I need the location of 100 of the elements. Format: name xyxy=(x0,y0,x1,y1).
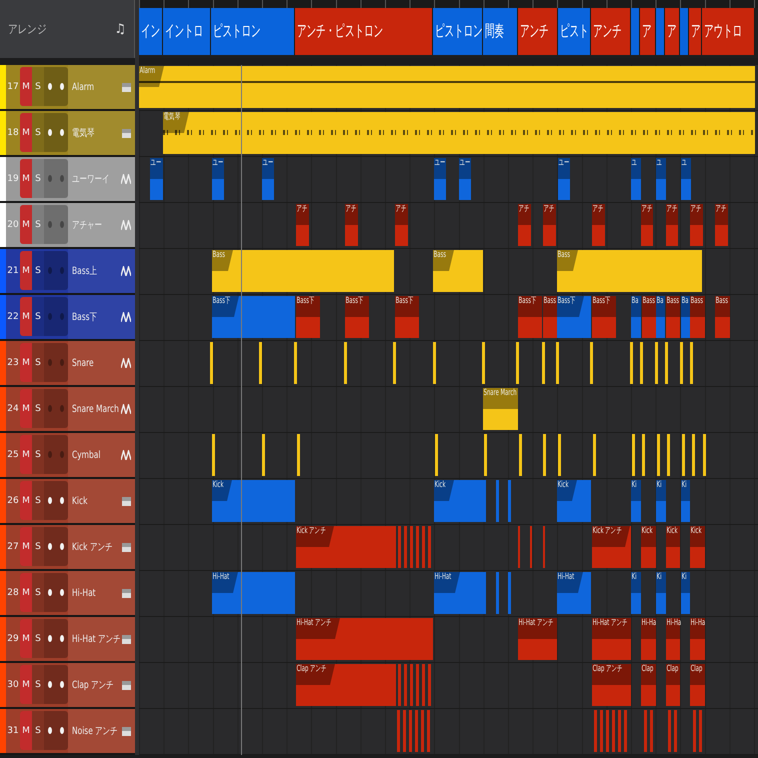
solo-button[interactable]: S xyxy=(32,481,44,520)
mute-button[interactable]: M xyxy=(20,619,32,658)
solo-button[interactable]: S xyxy=(32,67,44,106)
solo-button[interactable]: S xyxy=(32,343,44,382)
track-header[interactable]: 18 M S 電気琴 xyxy=(0,111,135,155)
monitor-dot-icon[interactable] xyxy=(60,83,64,90)
hit-marker[interactable] xyxy=(210,342,213,384)
track-header[interactable]: 24 M S Snare March xyxy=(0,387,135,431)
mute-button[interactable]: M xyxy=(20,297,32,336)
solo-button[interactable]: S xyxy=(32,527,44,566)
hit-marker[interactable] xyxy=(556,342,559,384)
clip[interactable]: Bass xyxy=(715,296,730,338)
hit-marker[interactable] xyxy=(484,434,487,476)
solo-button[interactable]: S xyxy=(32,297,44,336)
clip[interactable]: Clap xyxy=(641,664,656,706)
hit-marker[interactable] xyxy=(590,342,593,384)
mute-button[interactable]: M xyxy=(20,251,32,290)
clip[interactable]: Alarm xyxy=(139,66,755,108)
note-stripes[interactable] xyxy=(668,710,678,752)
clip[interactable]: Kick xyxy=(434,480,486,522)
monitor-dot-icon[interactable] xyxy=(60,359,64,366)
note-stripes[interactable] xyxy=(397,710,432,752)
hit-marker[interactable] xyxy=(542,342,545,384)
mute-button[interactable]: M xyxy=(20,159,32,198)
clip[interactable]: ユ xyxy=(656,158,666,200)
record-dot-icon[interactable] xyxy=(48,681,52,688)
track-header[interactable]: 17 M S Alarm xyxy=(0,65,135,109)
clip[interactable]: アチ xyxy=(641,204,653,246)
arrangement-section[interactable]: ピストロン xyxy=(433,8,483,55)
clip[interactable]: Ki xyxy=(681,480,690,522)
clip[interactable]: ユー xyxy=(262,158,274,200)
clip[interactable]: Hi-Ha xyxy=(690,618,705,660)
clip[interactable]: ユ xyxy=(681,158,691,200)
track-header[interactable]: 29 M S Hi-Hat アンチ xyxy=(0,617,135,661)
mute-button[interactable]: M xyxy=(20,113,32,152)
monitor-dot-icon[interactable] xyxy=(60,175,64,182)
arrangement-section[interactable]: アウトロ xyxy=(702,8,755,55)
clip[interactable]: Bass下 xyxy=(212,296,295,338)
clip[interactable]: Hi-Hat アンチ xyxy=(518,618,557,660)
arrangement-section[interactable] xyxy=(680,8,689,55)
mute-button[interactable]: M xyxy=(20,67,32,106)
hit-marker[interactable] xyxy=(593,434,596,476)
arrangement-section[interactable]: ア xyxy=(640,8,656,55)
clip[interactable]: Bass xyxy=(543,296,557,338)
clip[interactable]: アチ xyxy=(666,204,678,246)
hit-marker[interactable] xyxy=(433,342,436,384)
clip[interactable]: アチ xyxy=(543,204,556,246)
hit-marker[interactable] xyxy=(558,434,561,476)
arrangement-section[interactable]: アンチ xyxy=(591,8,631,55)
solo-button[interactable]: S xyxy=(32,573,44,612)
clip[interactable]: Hi-Hat アンチ xyxy=(592,618,631,660)
monitor-dot-icon[interactable] xyxy=(60,497,64,504)
monitor-dot-icon[interactable] xyxy=(60,129,64,136)
clip[interactable]: Ba xyxy=(656,296,665,338)
solo-button[interactable]: S xyxy=(32,389,44,428)
arrangement-section[interactable]: ア xyxy=(689,8,702,55)
clip[interactable]: アチ xyxy=(715,204,728,246)
clip[interactable]: ユー xyxy=(212,158,224,200)
hit-marker[interactable] xyxy=(297,434,300,476)
clip[interactable]: Kick xyxy=(212,480,295,522)
clip[interactable]: Hi-Hat アンチ xyxy=(296,618,433,660)
arrangement-section[interactable]: ピスト xyxy=(558,8,591,55)
hit-marker[interactable] xyxy=(393,342,396,384)
hit-marker[interactable] xyxy=(655,342,658,384)
clip[interactable]: Bass下 xyxy=(592,296,616,338)
monitor-dot-icon[interactable] xyxy=(60,681,64,688)
hit-marker[interactable] xyxy=(667,434,670,476)
mute-button[interactable]: M xyxy=(20,205,32,244)
clip[interactable]: アチ xyxy=(690,204,703,246)
mute-button[interactable]: M xyxy=(20,527,32,566)
track-header[interactable]: 26 M S Kick xyxy=(0,479,135,523)
hit-marker[interactable] xyxy=(212,434,215,476)
clip[interactable]: Bass下 xyxy=(395,296,419,338)
monitor-dot-icon[interactable] xyxy=(60,221,64,228)
track-header[interactable]: 23 M S Snare xyxy=(0,341,135,385)
clip[interactable]: Snare March xyxy=(483,388,518,430)
record-dot-icon[interactable] xyxy=(48,83,52,90)
track-header[interactable]: 27 M S Kick アンチ xyxy=(0,525,135,569)
hit-marker[interactable] xyxy=(680,342,683,384)
clip[interactable]: Bass xyxy=(666,296,680,338)
mute-button[interactable]: M xyxy=(20,435,32,474)
monitor-dot-icon[interactable] xyxy=(60,543,64,550)
hit-marker[interactable] xyxy=(692,434,695,476)
record-dot-icon[interactable] xyxy=(48,497,52,504)
clip[interactable]: アチ xyxy=(296,204,309,246)
clip[interactable]: Hi-Hat xyxy=(557,572,591,614)
hit-marker[interactable] xyxy=(657,434,660,476)
hit-marker[interactable] xyxy=(640,342,643,384)
solo-button[interactable]: S xyxy=(32,711,44,750)
hit-marker[interactable] xyxy=(344,342,347,384)
hit-marker[interactable] xyxy=(262,434,265,476)
clip[interactable]: Ki xyxy=(656,572,666,614)
record-dot-icon[interactable] xyxy=(48,129,52,136)
clip[interactable]: アチ xyxy=(395,204,408,246)
clip[interactable]: Kick xyxy=(666,526,680,568)
track-header[interactable]: 31 M S Noise アンチ xyxy=(0,709,135,753)
solo-button[interactable]: S xyxy=(32,113,44,152)
mute-button[interactable]: M xyxy=(20,343,32,382)
arrangement-section[interactable]: アンチ xyxy=(518,8,558,55)
clip[interactable]: Clap アンチ xyxy=(592,664,631,706)
